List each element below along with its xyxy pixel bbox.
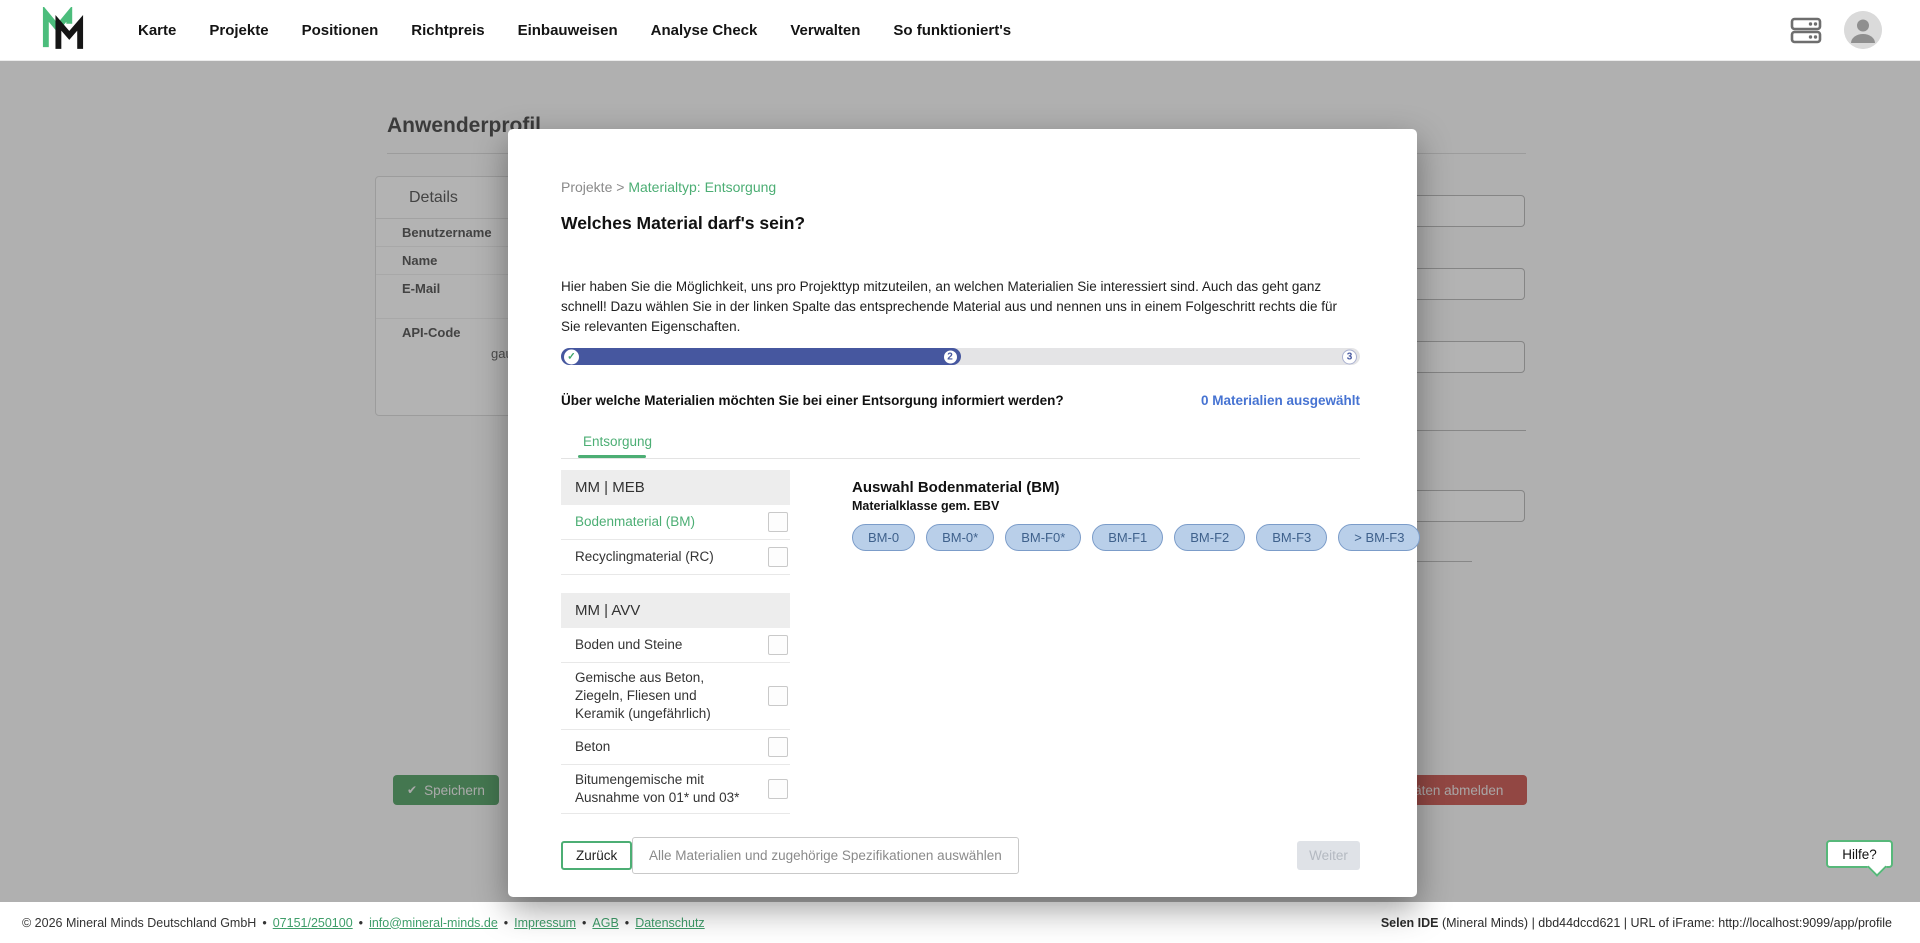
- nav-item-so-funktionierts[interactable]: So funktioniert's: [893, 22, 1011, 39]
- tab-entsorgung[interactable]: Entsorgung: [583, 434, 652, 449]
- material-row-boden-und-steine[interactable]: Boden und Steine: [561, 628, 790, 663]
- question-label: Über welche Materialien möchten Sie bei …: [561, 393, 1064, 408]
- chip-bm-f1[interactable]: BM-F1: [1092, 524, 1163, 551]
- material-row-recyclingmaterial[interactable]: Recyclingmaterial (RC): [561, 540, 790, 575]
- user-avatar-icon[interactable]: [1844, 11, 1882, 49]
- back-button[interactable]: Zurück: [561, 841, 632, 870]
- progress-fill: [561, 348, 961, 365]
- checkbox-recyclingmaterial[interactable]: [768, 547, 788, 567]
- breadcrumb-projekte[interactable]: Projekte: [561, 179, 612, 195]
- footer-app-name: Selen IDE: [1381, 916, 1439, 930]
- material-list: MM | MEB Bodenmaterial (BM) Recyclingmat…: [561, 470, 790, 814]
- chip-bm-f0-star[interactable]: BM-F0*: [1005, 524, 1081, 551]
- material-label: Bitumengemische mit Ausnahme von 01* und…: [575, 771, 743, 807]
- mineral-minds-logo-icon[interactable]: [40, 6, 88, 54]
- chip-bm-0-star[interactable]: BM-0*: [926, 524, 994, 551]
- material-row-bodenmaterial[interactable]: Bodenmaterial (BM): [561, 505, 790, 540]
- nav-item-einbauweisen[interactable]: Einbauweisen: [518, 22, 618, 39]
- nav-item-richtpreis[interactable]: Richtpreis: [411, 22, 484, 39]
- step-current-badge: 2: [943, 349, 958, 364]
- material-row-gemische[interactable]: Gemische aus Beton, Ziegeln, Fliesen und…: [561, 663, 790, 730]
- checkbox-gemische[interactable]: [768, 686, 788, 706]
- footer-separator: •: [504, 916, 508, 930]
- question-row: Über welche Materialien möchten Sie bei …: [561, 393, 1360, 408]
- screen: Karte Projekte Positionen Richtpreis Ein…: [0, 0, 1920, 943]
- footer-app-details: (Mineral Minds) | dbd44dccd621 | URL of …: [1439, 916, 1893, 930]
- material-label: Recyclingmaterial (RC): [575, 548, 714, 566]
- material-class-chips: BM-0 BM-0* BM-F0* BM-F1 BM-F2 BM-F3 > BM…: [852, 524, 1360, 551]
- navbar-right: [1790, 11, 1882, 49]
- footer-separator: •: [359, 916, 363, 930]
- main-nav: Karte Projekte Positionen Richtpreis Ein…: [138, 22, 1011, 39]
- nav-item-analyse-check[interactable]: Analyse Check: [651, 22, 758, 39]
- footer-link-phone[interactable]: 07151/250100: [273, 916, 353, 930]
- material-row-bitumengemische[interactable]: Bitumengemische mit Ausnahme von 01* und…: [561, 765, 790, 814]
- nav-item-karte[interactable]: Karte: [138, 22, 176, 39]
- material-label: Boden und Steine: [575, 636, 682, 654]
- footer-link-impressum[interactable]: Impressum: [514, 916, 576, 930]
- footer-separator: •: [262, 916, 266, 930]
- panel-title: Auswahl Bodenmaterial (BM): [852, 479, 1360, 496]
- footer-left: © 2026 Mineral Minds Deutschland GmbH • …: [22, 916, 705, 930]
- checkbox-beton[interactable]: [768, 737, 788, 757]
- chip-gt-bm-f3[interactable]: > BM-F3: [1338, 524, 1420, 551]
- step-next-badge: 3: [1342, 349, 1357, 364]
- checkbox-bodenmaterial[interactable]: [768, 512, 788, 532]
- help-bubble-button[interactable]: Hilfe?: [1826, 840, 1893, 868]
- modal-title: Welches Material darf's sein?: [561, 213, 805, 234]
- step-progress-bar: ✓ 2 3: [561, 348, 1360, 365]
- material-label: Beton: [575, 738, 610, 756]
- material-row-beton[interactable]: Beton: [561, 730, 790, 765]
- footer-link-email[interactable]: info@mineral-minds.de: [369, 916, 498, 930]
- select-all-materials-button[interactable]: Alle Materialien und zugehörige Spezifik…: [632, 837, 1019, 874]
- selected-count: 0 Materialien ausgewählt: [1201, 393, 1360, 408]
- nav-item-projekte[interactable]: Projekte: [209, 22, 268, 39]
- footer-debug-info: Selen IDE (Mineral Minds) | dbd44dccd621…: [1381, 916, 1892, 930]
- footer-separator: •: [582, 916, 586, 930]
- server-icon[interactable]: [1790, 16, 1822, 44]
- breadcrumb: Projekte > Materialtyp: Entsorgung: [561, 179, 776, 195]
- footer-link-datenschutz[interactable]: Datenschutz: [635, 916, 704, 930]
- breadcrumb-current: Materialtyp: Entsorgung: [628, 179, 776, 195]
- nav-item-verwalten[interactable]: Verwalten: [790, 22, 860, 39]
- chip-bm-f3[interactable]: BM-F3: [1256, 524, 1327, 551]
- checkbox-boden-und-steine[interactable]: [768, 635, 788, 655]
- footer: © 2026 Mineral Minds Deutschland GmbH • …: [0, 902, 1920, 943]
- nav-item-positionen[interactable]: Positionen: [302, 22, 379, 39]
- material-selection-modal: Projekte > Materialtyp: Entsorgung Welch…: [508, 129, 1417, 897]
- top-navbar: Karte Projekte Positionen Richtpreis Ein…: [0, 0, 1920, 61]
- chip-bm-0[interactable]: BM-0: [852, 524, 915, 551]
- group-header-mm-meb: MM | MEB: [561, 470, 790, 505]
- modal-description: Hier haben Sie die Möglichkeit, uns pro …: [561, 277, 1358, 337]
- checkbox-bitumengemische[interactable]: [768, 779, 788, 799]
- material-label: Bodenmaterial (BM): [575, 513, 695, 531]
- next-button[interactable]: Weiter: [1297, 841, 1360, 870]
- chip-bm-f2[interactable]: BM-F2: [1174, 524, 1245, 551]
- footer-link-agb[interactable]: AGB: [592, 916, 618, 930]
- panel-subtitle: Materialklasse gem. EBV: [852, 499, 1360, 513]
- step-done-check-icon: ✓: [564, 349, 579, 364]
- tab-divider-line: [561, 458, 1360, 459]
- material-label: Gemische aus Beton, Ziegeln, Fliesen und…: [575, 669, 743, 723]
- group-header-mm-avv: MM | AVV: [561, 593, 790, 628]
- footer-separator: •: [625, 916, 629, 930]
- breadcrumb-separator: >: [616, 179, 624, 195]
- copyright-text: © 2026 Mineral Minds Deutschland GmbH: [22, 916, 256, 930]
- selection-panel: Auswahl Bodenmaterial (BM) Materialklass…: [852, 470, 1360, 551]
